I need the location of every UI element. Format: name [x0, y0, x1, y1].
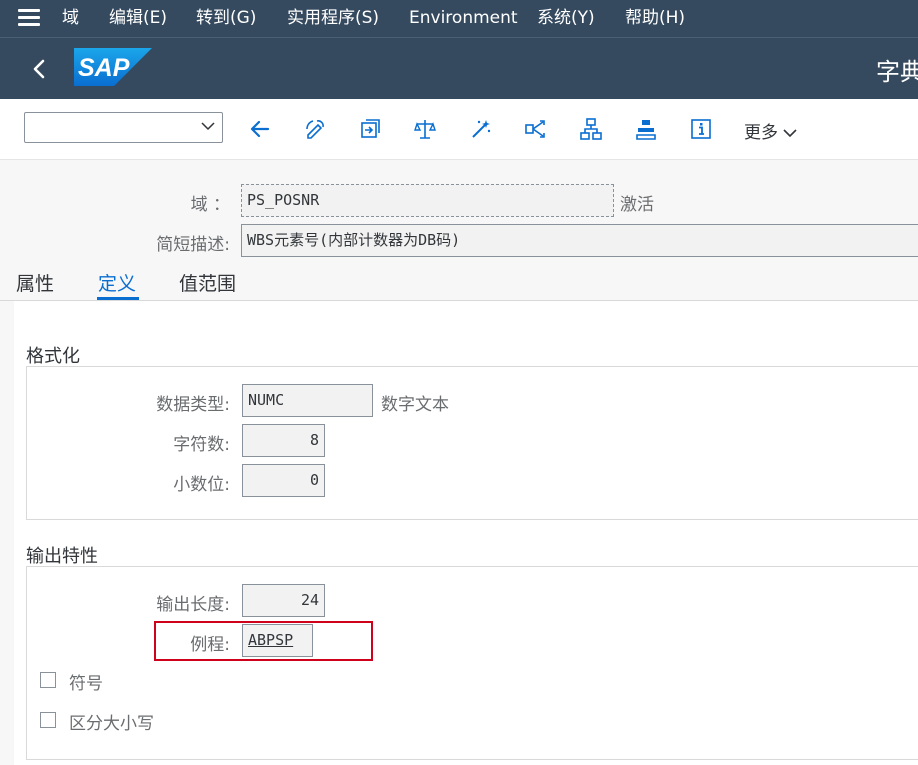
- check-icon[interactable]: [413, 117, 437, 141]
- hierarchy-icon[interactable]: [579, 117, 603, 141]
- domain-label: 域 ：: [190, 195, 230, 215]
- info-icon[interactable]: [689, 117, 713, 141]
- lowercase-label: 区分大小写: [69, 714, 154, 734]
- command-field[interactable]: [24, 112, 223, 143]
- domain-status: 激活: [620, 195, 654, 215]
- menu-item-environment[interactable]: Environment: [409, 7, 518, 29]
- decimals-label: 小数位:: [173, 475, 230, 495]
- shell-bar: SAP 字典: [0, 37, 918, 99]
- output-length-label: 输出长度:: [156, 595, 230, 615]
- chevron-down-icon: [783, 129, 797, 138]
- menu-item-goto[interactable]: 转到(G): [196, 7, 256, 29]
- where-used-icon[interactable]: [358, 117, 382, 141]
- tab-definition[interactable]: 定义: [98, 269, 136, 296]
- data-type-field[interactable]: NUMC: [242, 384, 373, 417]
- routine-label: 例程:: [190, 635, 230, 655]
- short-desc-field[interactable]: WBS元素号(内部计数器为DB码): [241, 224, 918, 257]
- tab-attributes[interactable]: 属性: [16, 269, 54, 296]
- more-button-label: 更多: [744, 123, 778, 143]
- back-nav-icon[interactable]: [26, 54, 52, 84]
- chars-field[interactable]: 8: [242, 424, 325, 457]
- edit-toggle-icon[interactable]: [303, 117, 327, 141]
- menu-bar: 域 编辑(E) 转到(G) 实用程序(S) Environment 系统(Y) …: [0, 0, 918, 37]
- navigate-icon[interactable]: [524, 117, 548, 141]
- data-type-description: 数字文本: [381, 395, 449, 415]
- back-arrow-icon[interactable]: [248, 117, 272, 141]
- output-length-field[interactable]: 24: [242, 584, 325, 617]
- sign-checkbox[interactable]: [40, 672, 56, 688]
- sign-label: 符号: [69, 674, 103, 694]
- menu-item-edit[interactable]: 编辑(E): [109, 7, 167, 29]
- routine-field[interactable]: ABPSP: [242, 624, 313, 657]
- short-desc-label: 简短描述:: [156, 235, 230, 255]
- more-button[interactable]: 更多: [744, 118, 798, 143]
- menu-item-system[interactable]: 系统(Y): [537, 7, 595, 29]
- format-group-title: 格式化: [26, 346, 80, 367]
- data-type-label: 数据类型:: [156, 395, 230, 415]
- hamburger-menu-icon[interactable]: [18, 9, 40, 27]
- domain-field[interactable]: PS_POSNR: [241, 184, 614, 217]
- chars-label: 字符数:: [173, 435, 230, 455]
- tab-value-range[interactable]: 值范围: [179, 269, 236, 296]
- decimals-field[interactable]: 0: [242, 464, 325, 497]
- sap-logo-text: SAP: [78, 54, 130, 82]
- app-title: 字典: [876, 58, 918, 86]
- sap-logo: SAP: [74, 48, 152, 86]
- menu-item-utilities[interactable]: 实用程序(S): [287, 7, 379, 29]
- lowercase-checkbox[interactable]: [40, 712, 56, 728]
- transport-icon[interactable]: [634, 117, 658, 141]
- chevron-down-icon[interactable]: [200, 118, 216, 134]
- menu-item-domain[interactable]: 域: [62, 7, 79, 29]
- output-group-title: 输出特性: [26, 546, 98, 567]
- activate-icon[interactable]: [469, 117, 493, 141]
- application-toolbar: 更多: [0, 99, 918, 160]
- menu-item-help[interactable]: 帮助(H): [625, 7, 685, 29]
